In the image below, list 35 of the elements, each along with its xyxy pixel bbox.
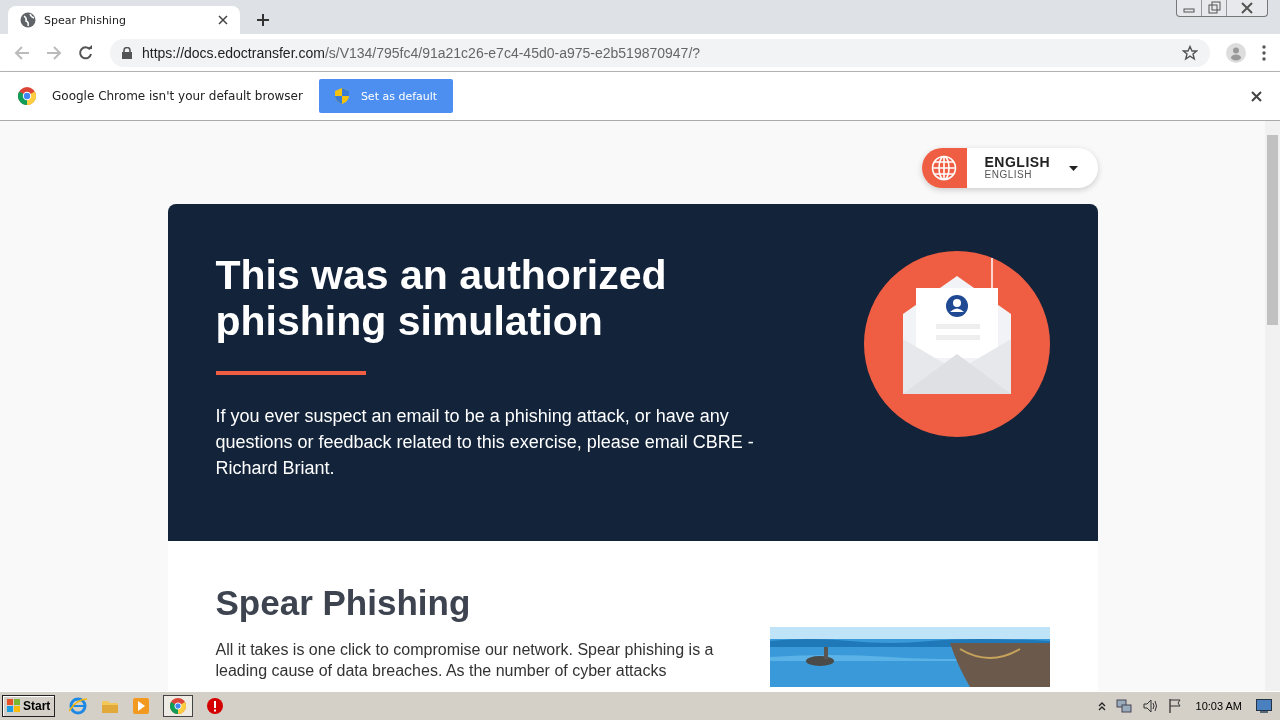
section-heading: Spear Phishing (215, 583, 472, 623)
close-icon[interactable] (218, 15, 228, 25)
browser-tab[interactable]: Spear Phishing (8, 6, 240, 34)
chrome-icon (18, 87, 36, 105)
chrome-icon (170, 698, 187, 714)
section-text: All it takes is one click to compromise our network. Spear phishing is a leading cause of data breaches. As the number of cyber attacks (215, 640, 715, 681)
volume-icon[interactable] (1141, 698, 1158, 714)
tab-title: Spear Phishing (44, 13, 127, 27)
language-selector[interactable]: ENGLISH ENGLISH (921, 148, 1098, 188)
star-icon[interactable] (1182, 44, 1198, 61)
network-icon[interactable] (1115, 698, 1132, 714)
windows-logo-icon (7, 699, 21, 713)
address-bar[interactable]: https://docs.edoctransfer.com/s/V134/795fc4/91a21c26-e7c4-45d0-a975-e2b519870947/? (110, 38, 1210, 67)
show-desktop-icon[interactable] (1256, 699, 1272, 713)
hero-title: This was an authorized phishing simulation (215, 252, 668, 344)
stop-icon[interactable] (207, 698, 224, 714)
url-text: https://docs.edoctransfer.com/s/V134/795fc4/91a21c26-e7c4-45d0-a975-e2b519870947/? (142, 44, 701, 61)
globe-icon (931, 155, 957, 181)
shield-icon (334, 88, 349, 104)
lock-icon (122, 46, 132, 59)
infobar-message: Google Chrome isn't your default browser (52, 89, 303, 103)
hero-text: If you ever suspect an email to be a phishing attack, or have any questions or feedback related to this exercise, please email CBRE - Richard Briant. (215, 405, 755, 480)
chrome-taskbar-button[interactable] (163, 695, 194, 717)
globe-icon (20, 12, 36, 28)
new-tab-icon[interactable] (256, 13, 270, 27)
flag-icon[interactable] (1167, 698, 1182, 714)
reload-icon[interactable] (78, 44, 94, 61)
menu-icon[interactable] (1262, 44, 1266, 61)
chevron-up-icon[interactable] (1097, 701, 1106, 711)
caret-icon (1068, 165, 1078, 171)
start-button[interactable]: Start (2, 695, 56, 717)
profile-icon[interactable] (1226, 42, 1246, 63)
close-icon[interactable] (1251, 90, 1262, 102)
scrollbar[interactable] (1265, 121, 1280, 691)
clock-text: 10:03 AM (1195, 700, 1242, 712)
